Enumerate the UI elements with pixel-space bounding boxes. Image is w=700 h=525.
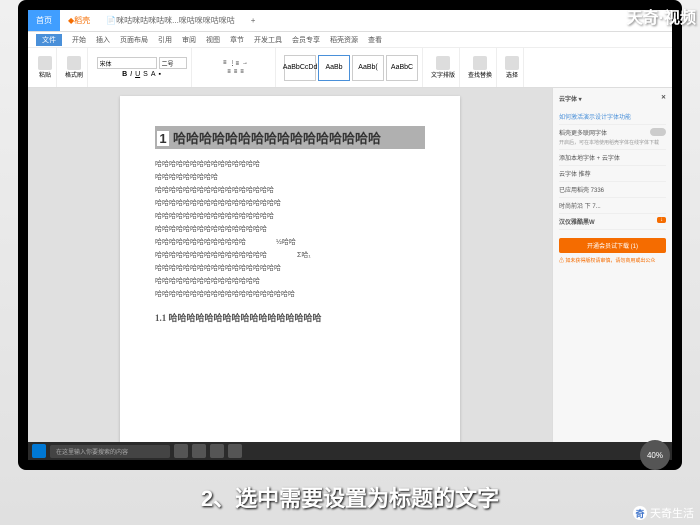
text-tool-icon[interactable] xyxy=(436,56,450,70)
align-left-button[interactable]: ≡ xyxy=(227,69,231,75)
taskbar-app-icon[interactable] xyxy=(228,444,242,458)
format-painter-label: 格式刷 xyxy=(65,70,83,79)
tab-home[interactable]: 首页 xyxy=(28,10,60,31)
watermark-bottom: 奇 天奇生活 xyxy=(633,505,694,521)
menu-resource[interactable]: 稻壳资源 xyxy=(330,35,358,45)
toggle-switch[interactable] xyxy=(650,128,666,136)
logo-icon: 奇 xyxy=(633,506,647,520)
menu-vip[interactable]: 会员专享 xyxy=(292,35,320,45)
align-center-button[interactable]: ≡ xyxy=(234,69,238,75)
paste-label: 粘贴 xyxy=(39,70,51,79)
format-painter-icon[interactable] xyxy=(67,56,81,70)
find-label: 查找替换 xyxy=(468,70,492,79)
document-canvas[interactable]: 1哈哈哈哈哈哈哈哈哈哈哈哈哈哈哈哈 哈哈哈哈哈哈哈哈哈哈哈哈哈哈哈 哈哈哈哈哈哈… xyxy=(28,88,552,446)
body-line[interactable]: 哈哈哈哈哈哈哈哈哈哈哈哈哈哈哈哈哈哈 xyxy=(155,198,425,208)
watermark-top: 天奇·视频 xyxy=(627,4,696,28)
body-line[interactable]: 哈哈哈哈哈哈哈哈哈哈哈哈哈哈哈 xyxy=(155,276,425,286)
panel-close-icon[interactable]: ✕ xyxy=(661,94,666,103)
style-normal[interactable]: AaBbCcDd xyxy=(284,55,316,81)
select-label: 选择 xyxy=(506,70,518,79)
body-line[interactable]: 哈哈哈哈哈哈哈哈哈哈哈哈哈哈哈哈哈哈 xyxy=(155,263,425,273)
paste-icon[interactable] xyxy=(38,56,52,70)
menu-file[interactable]: 文件 xyxy=(36,34,62,46)
body-line[interactable]: 哈哈哈哈哈哈哈哈哈哈哈哈哈哈哈哈 xyxy=(155,224,425,234)
copyright-warning: ⚠ 如未获得版权请审慎，请勿商用或出公众 xyxy=(559,257,666,264)
menu-view[interactable]: 视图 xyxy=(206,35,220,45)
align-right-button[interactable]: ≡ xyxy=(240,69,244,75)
menu-layout[interactable]: 页面布局 xyxy=(120,35,148,45)
heading2[interactable]: 1.1 哈哈哈哈哈哈哈哈哈哈哈哈哈哈哈哈哈 xyxy=(155,311,425,324)
taskbar-app-icon[interactable] xyxy=(174,444,188,458)
menu-reference[interactable]: 引用 xyxy=(158,35,172,45)
formula-sigma: Σ哈₁ xyxy=(297,250,311,260)
side-panel-fonts: 云字体 ▾ ✕ 如何激活演示设计字体功能 稻壳更多联网字体 开启后，可在本地使用稻… xyxy=(552,88,672,446)
formula-fraction: ½哈哈 xyxy=(276,237,296,247)
document-page: 1哈哈哈哈哈哈哈哈哈哈哈哈哈哈哈哈 哈哈哈哈哈哈哈哈哈哈哈哈哈哈哈 哈哈哈哈哈哈… xyxy=(120,96,460,446)
menu-dev[interactable]: 开发工具 xyxy=(254,35,282,45)
body-line[interactable]: 哈哈哈哈哈哈哈哈哈哈哈哈哈½哈哈 xyxy=(155,237,425,247)
font-family-select[interactable] xyxy=(97,57,157,69)
panel-help-link[interactable]: 如何激活演示设计字体功能 xyxy=(559,109,666,125)
select-icon[interactable] xyxy=(505,56,519,70)
underline-button[interactable]: U xyxy=(135,71,140,78)
font-item[interactable]: 已应用稻壳 7336 xyxy=(559,182,666,198)
style-heading1[interactable]: AaBb xyxy=(318,55,350,81)
body-line[interactable]: 哈哈哈哈哈哈哈哈哈哈哈哈哈哈哈哈哈 xyxy=(155,185,425,195)
heading1-selected[interactable]: 1哈哈哈哈哈哈哈哈哈哈哈哈哈哈哈哈 xyxy=(155,126,425,149)
taskbar-app-icon[interactable] xyxy=(192,444,206,458)
menu-start[interactable]: 开始 xyxy=(72,35,86,45)
panel-toggle-item: 稻壳更多联网字体 开启后，可在本地使用稻壳字体在线字体下载 xyxy=(559,125,666,150)
panel-title: 云字体 ▾ xyxy=(559,94,582,103)
italic-button[interactable]: I xyxy=(130,71,132,78)
text-tool-label: 文字排版 xyxy=(431,70,455,79)
tab-add[interactable]: + xyxy=(243,10,264,31)
font-item[interactable]: 汉仪雅酷黑W ↓ xyxy=(559,214,666,230)
download-icon[interactable]: ↓ xyxy=(657,217,666,223)
find-icon[interactable] xyxy=(473,56,487,70)
style-heading2[interactable]: AaBb( xyxy=(352,55,384,81)
number-list-button[interactable]: ⋮≡ xyxy=(230,60,240,67)
heading-number: 1 xyxy=(157,131,169,146)
font-size-select[interactable] xyxy=(159,57,187,69)
menu-section[interactable]: 章节 xyxy=(230,35,244,45)
body-line[interactable]: 哈哈哈哈哈哈哈哈哈哈哈哈哈哈哈 xyxy=(155,159,425,169)
style-gallery: AaBbCcDd AaBb AaBb( AaBbC xyxy=(284,55,418,81)
windows-taskbar: 在这里输入你要搜索的内容 xyxy=(28,442,672,460)
body-line[interactable]: 哈哈哈哈哈哈哈哈哈哈哈哈哈哈哈哈哈哈哈哈 xyxy=(155,289,425,299)
bold-button[interactable]: B xyxy=(122,71,127,78)
ribbon-toolbar: 粘贴 格式刷 B I U S A xyxy=(28,48,672,88)
video-subtitle: 2、选中需要设置为标题的文字 xyxy=(0,481,700,513)
strike-button[interactable]: S xyxy=(143,71,148,78)
panel-cloud-title: 云字体 推荐 xyxy=(559,166,666,182)
menu-bar: 文件 开始 插入 页面布局 引用 审阅 视图 章节 开发工具 会员专享 稻壳资源… xyxy=(28,32,672,48)
style-heading3[interactable]: AaBbC xyxy=(386,55,418,81)
progress-bubble: 40% xyxy=(640,440,670,470)
screen: 首页 ◆ 稻壳 📄 咪咕咪咕咪咕咪...咪咕咪咪咕咪咕 + 文件 开始 插入 页… xyxy=(28,10,672,460)
start-button[interactable] xyxy=(32,444,46,458)
menu-insert[interactable]: 插入 xyxy=(96,35,110,45)
tab-templates[interactable]: ◆ 稻壳 xyxy=(60,10,98,31)
highlight-button[interactable]: ▪ xyxy=(158,71,160,78)
panel-add-font[interactable]: 添加本地字体 + 云字体 xyxy=(559,150,666,166)
taskbar-search[interactable]: 在这里输入你要搜索的内容 xyxy=(50,445,170,458)
content-area: 1哈哈哈哈哈哈哈哈哈哈哈哈哈哈哈哈 哈哈哈哈哈哈哈哈哈哈哈哈哈哈哈 哈哈哈哈哈哈… xyxy=(28,88,672,446)
body-line[interactable]: 哈哈哈哈哈哈哈哈哈哈哈哈哈哈哈哈哈 xyxy=(155,211,425,221)
vip-download-button[interactable]: 开通会员试下载 (1) xyxy=(559,238,666,253)
monitor-frame: 首页 ◆ 稻壳 📄 咪咕咪咕咪咕咪...咪咕咪咪咕咪咕 + 文件 开始 插入 页… xyxy=(18,0,682,470)
bullet-list-button[interactable]: ≡ xyxy=(223,60,227,67)
body-line[interactable]: 哈哈哈哈哈哈哈哈哈哈哈哈哈哈哈哈Σ哈₁ xyxy=(155,250,425,260)
tab-document[interactable]: 📄 咪咕咪咕咪咕咪...咪咕咪咪咕咪咕 xyxy=(98,10,243,31)
font-color-button[interactable]: A xyxy=(151,71,156,78)
body-line[interactable]: 哈哈哈哈哈哈哈哈哈 xyxy=(155,172,425,182)
font-item[interactable]: 时尚前沿 下 7... xyxy=(559,198,666,214)
menu-search[interactable]: 查看 xyxy=(368,35,382,45)
taskbar-app-icon[interactable] xyxy=(210,444,224,458)
window-titlebar: 首页 ◆ 稻壳 📄 咪咕咪咕咪咕咪...咪咕咪咪咕咪咕 + xyxy=(28,10,672,32)
menu-review[interactable]: 审阅 xyxy=(182,35,196,45)
indent-button[interactable]: → xyxy=(242,60,248,67)
